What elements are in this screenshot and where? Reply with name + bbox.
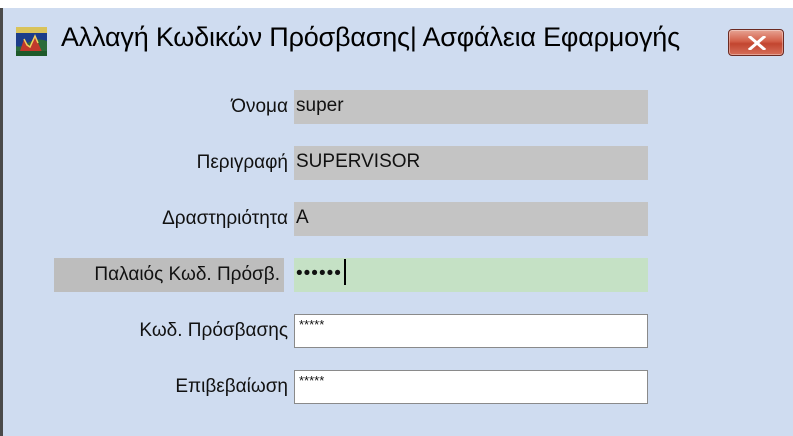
name-label: Όνομα bbox=[231, 96, 288, 117]
form-row-name: Όνομα super bbox=[3, 90, 793, 126]
form-row-new-password: Κωδ. Πρόσβασης ***** bbox=[3, 314, 793, 350]
activity-label: Δραστηριότητα bbox=[162, 208, 288, 229]
app-logo-icon bbox=[16, 27, 47, 56]
close-x-icon bbox=[748, 36, 766, 50]
new-password-field[interactable]: ***** bbox=[294, 314, 648, 348]
form-row-activity: Δραστηριότητα A bbox=[3, 202, 793, 238]
new-password-label: Κωδ. Πρόσβασης bbox=[139, 320, 288, 341]
old-password-value: •••••• bbox=[296, 263, 342, 284]
new-password-value: ***** bbox=[299, 317, 325, 332]
confirm-password-value: ***** bbox=[299, 373, 325, 388]
title-bar[interactable]: Αλλαγή Κωδικών Πρόσβασης| Ασφάλεια Εφαρμ… bbox=[3, 8, 793, 70]
close-button[interactable] bbox=[728, 29, 784, 56]
form-row-confirm-password: Επιβεβαίωση ***** bbox=[3, 370, 793, 406]
confirm-password-field[interactable]: ***** bbox=[294, 370, 648, 404]
text-caret bbox=[343, 259, 346, 286]
activity-field[interactable]: A bbox=[294, 202, 648, 236]
old-password-label: Παλαιός Κωδ. Πρόσβ. bbox=[54, 258, 284, 292]
form-row-old-password: Παλαιός Κωδ. Πρόσβ. •••••• bbox=[3, 258, 793, 294]
confirm-password-label: Επιβεβαίωση bbox=[175, 376, 288, 397]
dialog-window: Αλλαγή Κωδικών Πρόσβασης| Ασφάλεια Εφαρμ… bbox=[0, 8, 793, 436]
form-row-description: Περιγραφή SUPERVISOR bbox=[3, 146, 793, 182]
old-password-field[interactable]: •••••• bbox=[294, 258, 648, 292]
window-title: Αλλαγή Κωδικών Πρόσβασης| Ασφάλεια Εφαρμ… bbox=[61, 22, 680, 52]
description-label: Περιγραφή bbox=[196, 152, 288, 173]
name-field[interactable]: super bbox=[294, 90, 648, 124]
description-field[interactable]: SUPERVISOR bbox=[294, 146, 648, 180]
